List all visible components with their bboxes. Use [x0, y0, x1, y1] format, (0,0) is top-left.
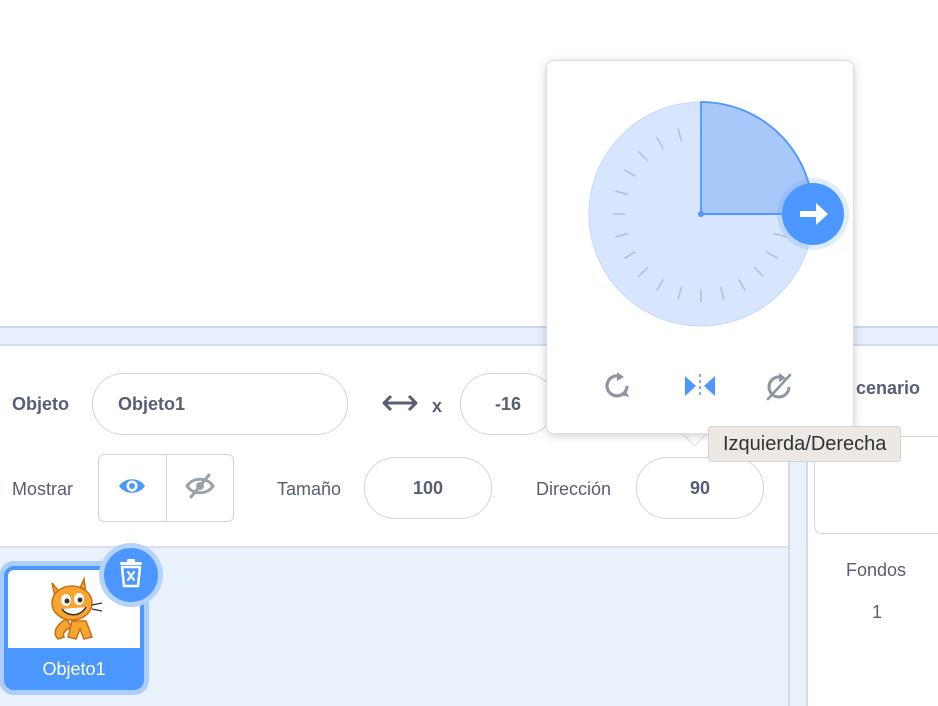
direction-popover [546, 60, 854, 434]
direction-label: Dirección [536, 479, 612, 499]
visibility-toggle [98, 454, 234, 522]
x-position-input[interactable]: -16 [460, 373, 556, 435]
x-label: x [432, 396, 443, 416]
delete-sprite-button[interactable] [104, 548, 158, 602]
show-label: Mostrar [12, 479, 74, 499]
rotation-left-right-button[interactable] [683, 373, 717, 404]
trash-icon [118, 558, 144, 593]
direction-handle[interactable] [777, 178, 849, 250]
eye-slash-icon [184, 473, 215, 504]
show-sprite-button[interactable] [99, 455, 167, 521]
size-input[interactable]: 100 [364, 457, 492, 519]
cat-sprite-icon [51, 576, 103, 640]
size-label: Tamaño [277, 479, 342, 499]
rotation-all-around-button[interactable] [603, 371, 633, 406]
all-around-icon [603, 372, 633, 405]
rotation-style-tooltip: Izquierda/Derecha [708, 426, 902, 462]
sprite-tile-label: Objeto1 [42, 659, 106, 679]
sprite-name-label: Objeto [12, 394, 69, 414]
x-position-icon [382, 392, 418, 419]
backdrops-count: 1 [872, 602, 883, 622]
stage-panel-title: cenario [856, 378, 921, 398]
direction-input[interactable]: 90 [636, 457, 764, 519]
direction-dial[interactable] [547, 61, 855, 361]
eye-icon [117, 475, 147, 502]
dont-rotate-icon [763, 373, 795, 407]
hide-sprite-button[interactable] [167, 455, 234, 521]
backdrops-label: Fondos [846, 560, 907, 580]
sprite-name-input[interactable]: Objeto1 [92, 373, 348, 435]
rotation-dont-rotate-button[interactable] [763, 371, 795, 408]
left-right-icon [683, 374, 717, 403]
